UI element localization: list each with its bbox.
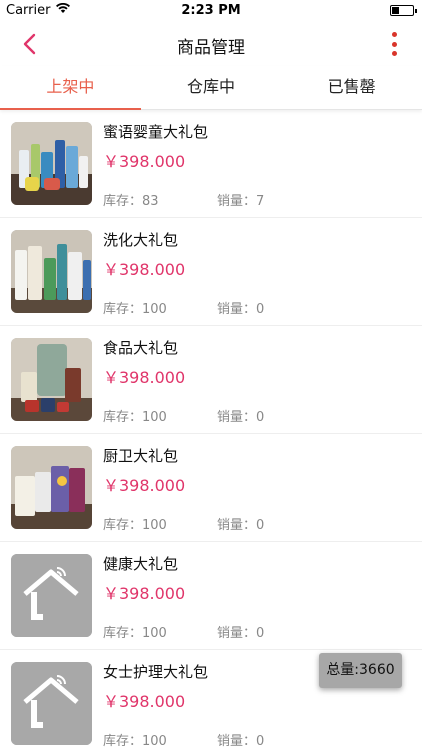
product-sales: 销量：0	[217, 518, 265, 533]
product-stock: 库存：100	[103, 626, 167, 641]
page-title: 商品管理	[177, 38, 245, 58]
tab-on-shelf[interactable]: 上架中	[0, 66, 141, 110]
status-bar: Carrier 2:23 PM	[0, 0, 422, 22]
more-button[interactable]	[386, 32, 402, 56]
nav-bar: 商品管理	[0, 22, 422, 66]
battery-icon	[390, 5, 417, 16]
product-name: 健康大礼包	[103, 555, 179, 573]
product-name: 女士护理大礼包	[103, 663, 209, 681]
placeholder-logo	[11, 554, 92, 637]
product-name: 洗化大礼包	[103, 231, 179, 249]
product-stock: 库存：100	[103, 518, 167, 533]
product-stock: 库存：100	[103, 734, 167, 749]
product-stock: 库存：83	[103, 194, 159, 209]
product-name: 蜜语婴童大礼包	[103, 123, 209, 141]
product-item[interactable]: 食品大礼包 ￥398.000 库存：100 销量：0	[0, 326, 422, 434]
product-item[interactable]: 蜜语婴童大礼包 ￥398.000 库存：83 销量：7	[0, 110, 422, 218]
product-photo	[11, 230, 92, 313]
product-item[interactable]: 厨卫大礼包 ￥398.000 库存：100 销量：0	[0, 434, 422, 542]
tab-bar: 上架中 仓库中 已售罄	[0, 66, 422, 110]
product-name: 食品大礼包	[103, 339, 179, 357]
product-stock: 库存：100	[103, 410, 167, 425]
more-vertical-icon	[391, 32, 397, 37]
tab-warehouse[interactable]: 仓库中	[141, 66, 282, 109]
product-photo	[11, 338, 92, 421]
product-price: ￥398.000	[103, 152, 186, 171]
product-sales: 销量：0	[217, 302, 265, 317]
product-photo	[11, 122, 92, 205]
product-sales: 销量：0	[217, 626, 265, 641]
product-price: ￥398.000	[103, 368, 186, 387]
product-price: ￥398.000	[103, 476, 186, 495]
product-name: 厨卫大礼包	[103, 447, 179, 465]
status-time: 2:23 PM	[181, 3, 241, 18]
total-quantity-badge[interactable]: 总量:3660	[319, 653, 402, 688]
product-sales: 销量：0	[217, 734, 265, 749]
product-item[interactable]: 健康大礼包 ￥398.000 库存：100 销量：0	[0, 542, 422, 650]
product-sales: 销量：0	[217, 410, 265, 425]
product-stock: 库存：100	[103, 302, 167, 317]
product-sales: 销量：7	[217, 194, 265, 209]
product-price: ￥398.000	[103, 692, 186, 711]
tab-sold-out[interactable]: 已售罄	[281, 66, 422, 109]
product-photo	[11, 446, 92, 529]
product-price: ￥398.000	[103, 584, 186, 603]
placeholder-logo	[11, 662, 92, 745]
product-price: ￥398.000	[103, 260, 186, 279]
product-item[interactable]: 洗化大礼包 ￥398.000 库存：100 销量：0	[0, 218, 422, 326]
